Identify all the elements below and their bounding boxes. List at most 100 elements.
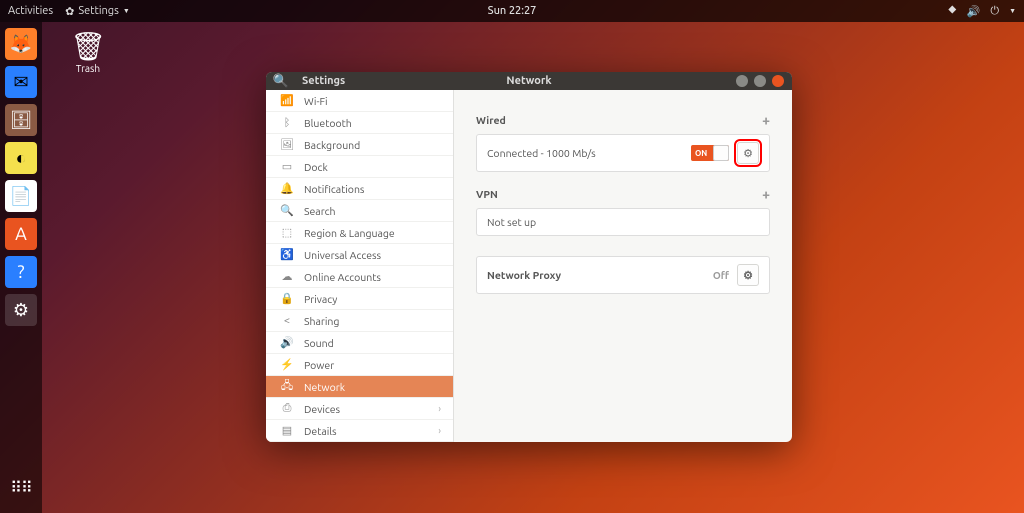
sidebar-icon: < (278, 315, 296, 327)
wired-section-header: Wired + (476, 112, 770, 128)
dropdown-icon: ▼ (123, 7, 130, 15)
volume-indicator-icon[interactable]: 🔊 (967, 5, 981, 18)
settings-menu-button[interactable]: ✿ Settings ▼ (65, 5, 130, 18)
toggle-knob (713, 145, 729, 161)
wired-toggle-label: ON (691, 149, 707, 158)
sidebar-label: Sound (304, 337, 334, 349)
wired-status: Connected - 1000 Mb/s (487, 147, 596, 159)
sidebar-item-wi-fi[interactable]: 📶 Wi-Fi (266, 90, 453, 112)
window-title: Network (506, 75, 551, 87)
sidebar-item-dock[interactable]: ▭Dock (266, 156, 453, 178)
settings-window: 🔍 Settings Network 📶 Wi-Fi ᛒ Bluetooth 🖼 Back… (266, 72, 792, 442)
sidebar-label: Bluetooth (304, 117, 352, 129)
system-menu-dropdown-icon[interactable]: ▼ (1009, 7, 1016, 15)
sidebar-icon: 🖧 (278, 377, 296, 396)
proxy-status: Off (713, 270, 729, 281)
sidebar-icon: ⚡ (278, 358, 296, 371)
sidebar-item-details[interactable]: ▤Details› (266, 420, 453, 442)
trash-desktop-icon[interactable]: 🗑 Trash (58, 30, 118, 74)
activities-button[interactable]: Activities (8, 5, 53, 18)
dock-files[interactable]: 🗄 (5, 104, 37, 136)
sidebar-item-search[interactable]: 🔍 Search (266, 200, 453, 222)
sidebar-label: Dock (304, 161, 328, 173)
dock-apps-grid[interactable]: ⠿⠿ (5, 471, 37, 503)
dock-help[interactable]: ? (5, 256, 37, 288)
network-proxy-row: Network Proxy Off ⚙ (476, 256, 770, 294)
dock-software[interactable]: A (5, 218, 37, 250)
vpn-status: Not set up (487, 216, 536, 228)
proxy-settings-button[interactable]: ⚙ (737, 264, 759, 286)
sidebar-label: Power (304, 359, 334, 371)
wired-connection-row: Connected - 1000 Mb/s ON ⚙ (476, 134, 770, 172)
titlebar[interactable]: 🔍 Settings Network (266, 72, 792, 90)
add-vpn-button[interactable]: + (762, 186, 770, 202)
clock[interactable]: Sun 22:27 (488, 5, 537, 17)
sidebar-icon: 📶 (278, 94, 296, 107)
gear-icon: ⚙ (743, 147, 753, 160)
sidebar-icon: 🔒 (278, 292, 296, 305)
settings-sidebar: 📶 Wi-Fi ᛒ Bluetooth 🖼 Background ▭Dock 🔔 Notific… (266, 90, 454, 442)
sidebar-item-sharing[interactable]: < Sharing (266, 310, 453, 332)
wired-settings-button[interactable]: ⚙ (737, 142, 759, 164)
dock-libreoffice[interactable]: 📄 (5, 180, 37, 212)
gear-icon: ✿ (65, 5, 74, 18)
sidebar-label: Notifications (304, 183, 365, 195)
sidebar-label: Search (304, 205, 336, 217)
sidebar-label: Privacy (304, 293, 337, 305)
sidebar-icon: ⎙ (278, 402, 296, 415)
app-title: Settings (296, 75, 345, 87)
sidebar-item-universal-access[interactable]: ♿ Universal Access (266, 244, 453, 266)
top-bar: Activities ✿ Settings ▼ Sun 22:27 ⯁ 🔊 ⏻ … (0, 0, 1024, 22)
dock: 🦊 ✉ 🗄 ◐ 📄 A ? ⚙ ⠿⠿ (0, 22, 42, 513)
gear-icon: ⚙ (743, 269, 753, 282)
maximize-button[interactable] (754, 75, 766, 87)
network-panel: Wired + Connected - 1000 Mb/s ON ⚙ VPN +… (454, 90, 792, 442)
sidebar-label: Universal Access (304, 249, 381, 261)
sidebar-item-privacy[interactable]: 🔒 Privacy (266, 288, 453, 310)
sidebar-icon: ᛒ (278, 117, 296, 129)
sidebar-icon: 🔊 (278, 336, 296, 349)
sidebar-item-background[interactable]: 🖼 Background (266, 134, 453, 156)
chevron-right-icon: › (438, 425, 441, 436)
sidebar-label: Network (304, 381, 345, 393)
trash-label: Trash (58, 63, 118, 74)
add-wired-button[interactable]: + (762, 112, 770, 128)
sidebar-item-devices[interactable]: ⎙ Devices › (266, 398, 453, 420)
power-indicator-icon[interactable]: ⏻ (990, 5, 999, 18)
trash-icon: 🗑 (58, 30, 118, 63)
sidebar-label: Sharing (304, 315, 339, 327)
wired-toggle[interactable]: ON (691, 145, 729, 161)
sidebar-item-network[interactable]: 🖧 Network (266, 376, 453, 398)
sidebar-label: Wi-Fi (304, 95, 328, 107)
vpn-section-header: VPN + (476, 186, 770, 202)
sidebar-item-online-accounts[interactable]: ☁ Online Accounts (266, 266, 453, 288)
sidebar-icon: 🔍 (278, 204, 296, 217)
sidebar-icon: 🔔 (278, 182, 296, 195)
dock-firefox[interactable]: 🦊 (5, 28, 37, 60)
sidebar-item-notifications[interactable]: 🔔 Notifications (266, 178, 453, 200)
sidebar-label: Online Accounts (304, 271, 381, 283)
settings-menu-label: Settings (78, 5, 119, 17)
sidebar-icon: ⬚ (278, 226, 296, 239)
sidebar-item-bluetooth[interactable]: ᛒ Bluetooth (266, 112, 453, 134)
sidebar-item-sound[interactable]: 🔊 Sound (266, 332, 453, 354)
sidebar-item-region-language[interactable]: ⬚ Region & Language (266, 222, 453, 244)
close-button[interactable] (772, 75, 784, 87)
network-indicator-icon[interactable]: ⯁ (948, 5, 957, 18)
proxy-title: Network Proxy (487, 269, 561, 281)
sidebar-icon: 🖼 (278, 138, 296, 151)
sidebar-label: Background (304, 139, 360, 151)
sidebar-item-power[interactable]: ⚡ Power (266, 354, 453, 376)
sidebar-icon: ♿ (278, 248, 296, 261)
sidebar-label: Devices (304, 403, 340, 415)
sidebar-icon: ▤ (278, 424, 296, 437)
sidebar-icon: ☁ (278, 270, 296, 283)
dock-settings[interactable]: ⚙ (5, 294, 37, 326)
dock-rhythmbox[interactable]: ◐ (5, 142, 37, 174)
dock-thunderbird[interactable]: ✉ (5, 66, 37, 98)
minimize-button[interactable] (736, 75, 748, 87)
wired-title: Wired (476, 114, 506, 126)
search-icon[interactable]: 🔍 (266, 74, 296, 89)
chevron-right-icon: › (438, 403, 441, 414)
sidebar-label: Region & Language (304, 227, 395, 239)
